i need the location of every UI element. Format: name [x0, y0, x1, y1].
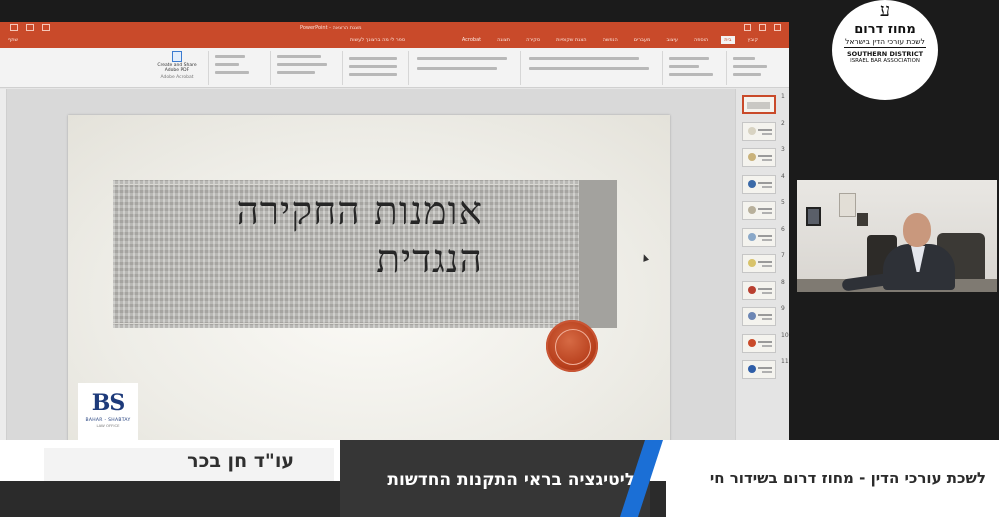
tab-8[interactable]: תצוגה — [494, 36, 513, 44]
lecture-topic: ליטיגציה בראי התקנות החדשות — [387, 470, 635, 490]
logo-subtitle-en: ISRAEL BAR ASSOCIATION — [850, 58, 920, 64]
window-controls — [744, 24, 781, 31]
pdf-icon — [172, 51, 182, 62]
tab-3[interactable]: עיצוב — [663, 36, 680, 44]
ribbon-group-drawing[interactable] — [270, 51, 340, 85]
slide-number: 11 — [781, 358, 789, 365]
slide-number: 7 — [781, 252, 785, 259]
broadcast-frame: PowerPoint - מצגת הרצאה שתף ספר לי מה בר… — [0, 0, 999, 517]
minimize-icon[interactable] — [744, 24, 751, 31]
adobe-group-label: Adobe Acrobat — [160, 75, 194, 80]
slide-thumbnail[interactable] — [742, 307, 776, 326]
tab-6[interactable]: הצגת שקופיות — [553, 36, 590, 44]
ribbon: Create and Share Adobe PDF Adobe Acrobat — [0, 48, 789, 88]
window-title: PowerPoint - מצגת הרצאה — [300, 25, 362, 31]
slide-number: 4 — [781, 172, 785, 180]
title-bar: PowerPoint - מצגת הרצאה — [0, 22, 789, 34]
share-button[interactable]: שתף — [8, 37, 18, 43]
slide-thumbnail[interactable] — [742, 95, 776, 114]
speaker-name: עו"ד חן בכר — [187, 450, 294, 472]
ribbon-group-shapes[interactable] — [342, 51, 406, 85]
slide-thumbnail[interactable] — [742, 280, 776, 300]
logo-subtitle-he: לשכת עורכי הדין בישראל — [844, 37, 926, 48]
wall-picture — [806, 207, 821, 226]
slide-thumbnails-pane: 1 2 3 4 5 6 7 8 9 10 11 — [735, 89, 789, 440]
logo-title-he: מחוז דרום — [854, 22, 916, 37]
current-slide[interactable]: אומנות החקירה הנגדית BS BAHAR - SHABTAY … — [68, 115, 670, 440]
slide-number: 5 — [781, 199, 785, 206]
slide-thumbnail[interactable] — [742, 201, 776, 220]
ribbon-group-paragraph[interactable] — [408, 51, 518, 85]
slide-title-line-2: הנגדית — [376, 237, 483, 282]
powerpoint-window: PowerPoint - מצגת הרצאה שתף ספר לי מה בר… — [0, 22, 789, 440]
ribbon-group-editing[interactable] — [208, 51, 268, 85]
slide-thumbnail[interactable] — [742, 333, 776, 353]
slide-title-line-1: אומנות החקירה — [236, 189, 483, 234]
bar-association-logo: ע מחוז דרום לשכת עורכי הדין בישראל SOUTH… — [832, 0, 938, 100]
ribbon-tabs: שתף ספר לי מה ברצונך לעשות קובץ בית הוספה ע… — [0, 34, 789, 48]
slide-number: 8 — [781, 278, 785, 286]
vertical-scrollbar[interactable] — [0, 89, 7, 440]
logo-mark: ע — [879, 0, 891, 21]
maximize-icon[interactable] — [759, 24, 766, 31]
speaker-webcam-feed — [797, 180, 997, 292]
slide-number: 9 — [781, 305, 785, 312]
redo-icon[interactable] — [42, 24, 50, 31]
ribbon-group-slides[interactable] — [662, 51, 724, 85]
tab-9[interactable]: Acrobat — [459, 36, 484, 44]
tell-me-search[interactable]: ספר לי מה ברצונך לעשות — [350, 37, 405, 43]
lower-third-banner: עו"ד חן בכר ליטיגציה בראי התקנות החדשות … — [0, 440, 999, 517]
quick-access-toolbar — [10, 24, 50, 31]
tab-2[interactable]: הוספה — [691, 36, 711, 44]
save-icon[interactable] — [10, 24, 18, 31]
wax-seal-graphic — [546, 320, 598, 372]
slide-number: 1 — [781, 93, 785, 100]
slide-number: 2 — [781, 119, 785, 127]
slide-number: 6 — [781, 225, 785, 233]
tab-list: קובץ בית הוספה עיצוב מעברים הנפשה הצגת שקופיות… — [459, 36, 761, 44]
slide-thumbnail[interactable] — [742, 148, 776, 167]
slide-number: 10 — [781, 331, 789, 339]
slide-workspace: אומנות החקירה הנגדית BS BAHAR - SHABTAY … — [0, 89, 789, 440]
tab-5[interactable]: הנפשה — [600, 36, 621, 44]
speaker-head — [903, 213, 931, 247]
slide-number: 3 — [781, 146, 785, 153]
ribbon-group-clipboard[interactable] — [726, 51, 786, 85]
channel-name: לשכת עורכי הדין - מחוז דרום בשידור חי — [709, 469, 986, 487]
wall-certificate — [839, 193, 856, 217]
slide-thumbnail[interactable] — [742, 121, 776, 141]
tab-4[interactable]: מעברים — [631, 36, 654, 44]
close-icon[interactable] — [774, 24, 781, 31]
slide-title: אומנות החקירה הנגדית — [143, 188, 483, 284]
slide-thumbnail[interactable] — [742, 360, 776, 379]
slide-thumbnail[interactable] — [742, 227, 776, 247]
logo-firm-sub: LAW OFFICE — [96, 423, 120, 428]
logo-monogram: BS — [91, 390, 125, 416]
logo-title-en: SOUTHERN DISTRICT — [846, 50, 924, 58]
tab-7[interactable]: סקירה — [523, 36, 543, 44]
slide-thumbnail[interactable] — [742, 174, 776, 194]
slide-thumbnail[interactable] — [742, 254, 776, 273]
undo-icon[interactable] — [26, 24, 34, 31]
tab-1[interactable]: בית — [721, 36, 735, 44]
ribbon-group-font[interactable] — [520, 51, 660, 85]
title-placeholder[interactable]: אומנות החקירה הנגדית — [113, 180, 617, 328]
adobe-pdf-button[interactable]: Create and Share Adobe PDF Adobe Acrobat — [152, 50, 202, 86]
tab-0[interactable]: קובץ — [745, 36, 762, 44]
adobe-pdf-label: Create and Share Adobe PDF — [157, 63, 197, 73]
law-firm-logo: BS BAHAR - SHABTAY LAW OFFICE — [78, 383, 138, 440]
